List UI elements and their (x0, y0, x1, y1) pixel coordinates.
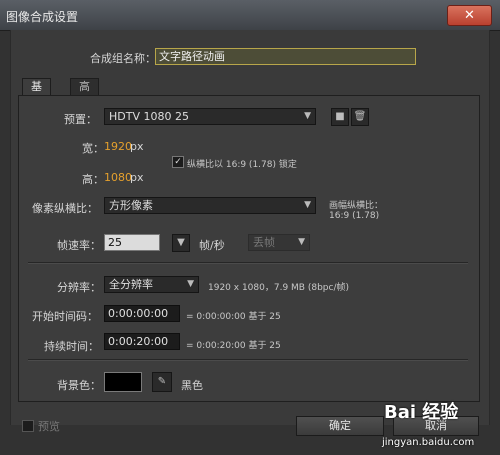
title-bar: 图像合成设置 ✕ (0, 0, 500, 31)
chevron-down-icon: ▼ (187, 279, 194, 289)
pixel-aspect-select[interactable]: 方形像素 ▼ (104, 197, 316, 214)
composition-settings-dialog: 图像合成设置 ✕ 合成组名称： 文字路径动画 基本 高级 预置： HDTV 10… (0, 0, 500, 455)
start-timecode-label: 开始时间码： (32, 310, 98, 323)
start-timecode-input[interactable]: 0:00:00:00 (104, 305, 180, 322)
start-timecode-info: = 0:00:00:00 基于 25 (186, 312, 281, 322)
background-label: 背景色： (57, 379, 101, 392)
height-value[interactable]: 1080 (104, 171, 132, 184)
ok-button[interactable]: 确定 (296, 416, 384, 436)
watermark-brand: Bai 经验 (384, 402, 459, 423)
preset-value: HDTV 1080 25 (109, 110, 189, 123)
preview-label: 预览 (38, 420, 60, 433)
height-label: 高： (82, 173, 104, 186)
resolution-value: 全分辨率 (109, 278, 153, 291)
comp-name-label: 合成组名称： (90, 52, 156, 65)
preset-select[interactable]: HDTV 1080 25 ▼ (104, 108, 316, 125)
frame-rate-unit: 帧/秒 (199, 239, 225, 252)
frame-rate-label: 帧速率： (57, 239, 101, 252)
width-unit: px (130, 140, 144, 153)
lock-aspect-checkbox[interactable]: ✓ (172, 156, 184, 168)
chevron-down-icon: ▼ (177, 237, 185, 248)
resolution-select[interactable]: 全分辨率 ▼ (104, 276, 199, 293)
chevron-down-icon: ▼ (298, 237, 305, 247)
height-unit: px (130, 171, 144, 184)
tab-advanced[interactable]: 高级 (70, 78, 99, 109)
chevron-down-icon: ▼ (304, 111, 311, 121)
dialog-title: 图像合成设置 (6, 10, 79, 24)
tab-basic[interactable]: 基本 (22, 78, 51, 109)
background-color-swatch[interactable] (104, 372, 142, 392)
drop-frame-value: 丢帧 (253, 236, 275, 249)
lock-aspect-label: 纵横比以 16:9 (1.78) 锁定 (187, 160, 297, 170)
preset-label: 预置： (64, 113, 97, 126)
duration-label: 持续时间： (44, 340, 99, 353)
save-icon[interactable]: ■ (331, 108, 349, 126)
watermark-url: jingyan.baidu.com (382, 437, 475, 448)
pixel-aspect-label: 像素纵横比： (32, 202, 98, 215)
width-value[interactable]: 1920 (104, 140, 132, 153)
comp-name-input[interactable]: 文字路径动画 (155, 48, 416, 65)
eyedropper-icon[interactable]: ✎ (152, 372, 172, 392)
preview-checkbox[interactable] (22, 420, 34, 432)
resolution-info: 1920 x 1080，7.9 MB (8bpc/帧) (208, 283, 349, 293)
close-button[interactable]: ✕ (447, 5, 492, 26)
frame-aspect-value: 16:9 (1.78) (329, 211, 380, 221)
divider (28, 262, 468, 264)
drop-frame-select: 丢帧 ▼ (248, 234, 310, 251)
width-label: 宽： (82, 142, 104, 155)
background-color-name: 黑色 (181, 379, 203, 392)
trash-icon[interactable]: 🗑 (351, 108, 369, 126)
frame-aspect-label: 画幅纵横比： (329, 201, 384, 211)
pixel-aspect-value: 方形像素 (109, 199, 153, 212)
chevron-down-icon: ▼ (304, 200, 311, 210)
frame-rate-input[interactable]: 25 (104, 234, 160, 251)
frame-rate-dropdown[interactable]: ▼ (172, 234, 190, 252)
duration-input[interactable]: 0:00:20:00 (104, 333, 180, 350)
divider (28, 359, 468, 361)
resolution-label: 分辨率： (57, 281, 101, 294)
duration-info: = 0:00:20:00 基于 25 (186, 341, 281, 351)
